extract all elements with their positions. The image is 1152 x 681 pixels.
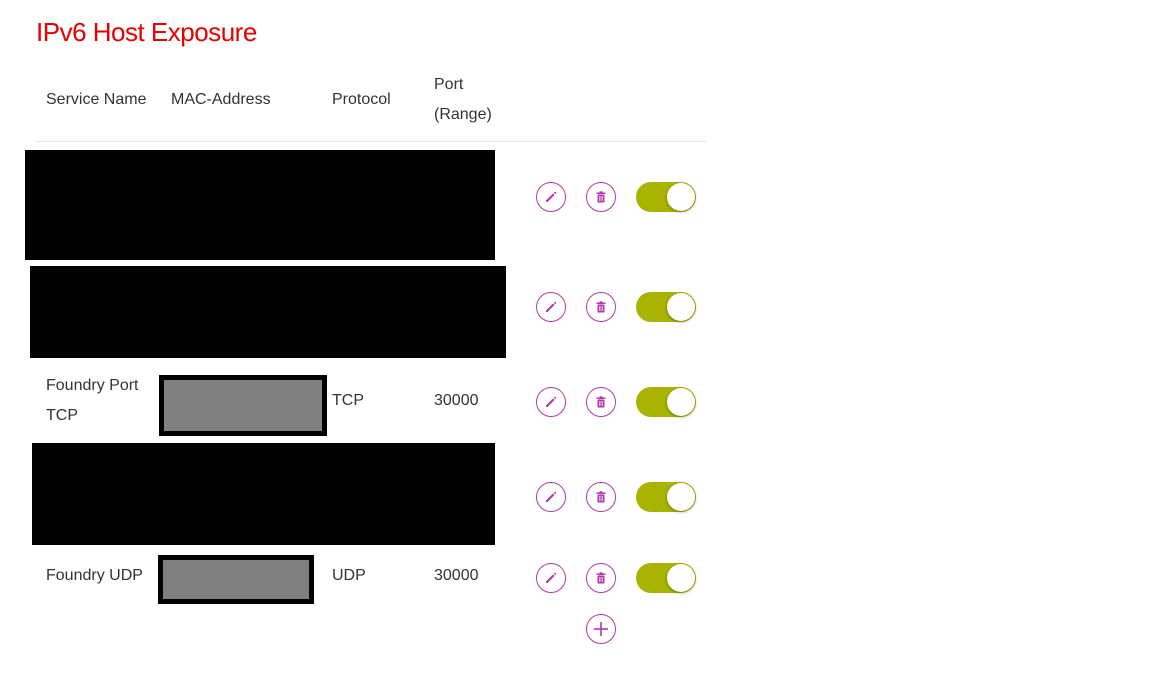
enable-toggle[interactable] [636,482,696,512]
pencil-icon [546,301,557,312]
trash-icon [596,396,606,408]
delete-button[interactable] [586,292,616,322]
edit-button[interactable] [536,387,566,417]
protocol-cell: TCP [332,392,364,409]
port-cell: 30000 [434,567,479,584]
header-divider [36,141,706,142]
header-protocol: Protocol [332,91,391,108]
pencil-icon [546,491,557,502]
header-port-line1: Port [434,76,464,93]
enable-toggle[interactable] [636,387,696,417]
pencil-icon [546,191,557,202]
pencil-icon [546,396,557,407]
delete-button[interactable] [586,182,616,212]
add-rule-button[interactable] [586,614,616,644]
trash-icon [596,491,606,503]
pencil-icon [546,572,557,583]
delete-button[interactable] [586,563,616,593]
toggle-knob [667,183,695,211]
redacted-block [32,443,495,545]
redacted-block [30,266,506,358]
header-service-name: Service Name [46,91,147,108]
page-title: IPv6 Host Exposure [36,17,257,47]
mac-address-redacted [158,555,314,604]
service-name-line1: Foundry Port [46,377,139,394]
service-name-line2: TCP [46,407,78,424]
port-cell: 30000 [434,392,479,409]
trash-icon [596,572,606,584]
toggle-knob [667,388,695,416]
service-name-cell: Foundry Port TCP [46,371,138,431]
trash-icon [596,191,606,203]
header-mac-address: MAC-Address [171,91,271,108]
toggle-knob [667,483,695,511]
delete-button[interactable] [586,387,616,417]
delete-button[interactable] [586,482,616,512]
protocol-cell: UDP [332,567,366,584]
edit-button[interactable] [536,482,566,512]
edit-button[interactable] [536,182,566,212]
toggle-knob [667,293,695,321]
edit-button[interactable] [536,292,566,322]
mac-address-redacted [159,375,327,436]
enable-toggle[interactable] [636,182,696,212]
header-port-line2: (Range) [434,106,492,123]
trash-icon [596,301,606,313]
edit-button[interactable] [536,563,566,593]
enable-toggle[interactable] [636,563,696,593]
service-name-cell: Foundry UDP [46,567,143,584]
enable-toggle[interactable] [636,292,696,322]
plus-icon [594,622,608,636]
header-port: Port (Range) [434,70,492,130]
redacted-block [25,150,495,260]
toggle-knob [667,564,695,592]
